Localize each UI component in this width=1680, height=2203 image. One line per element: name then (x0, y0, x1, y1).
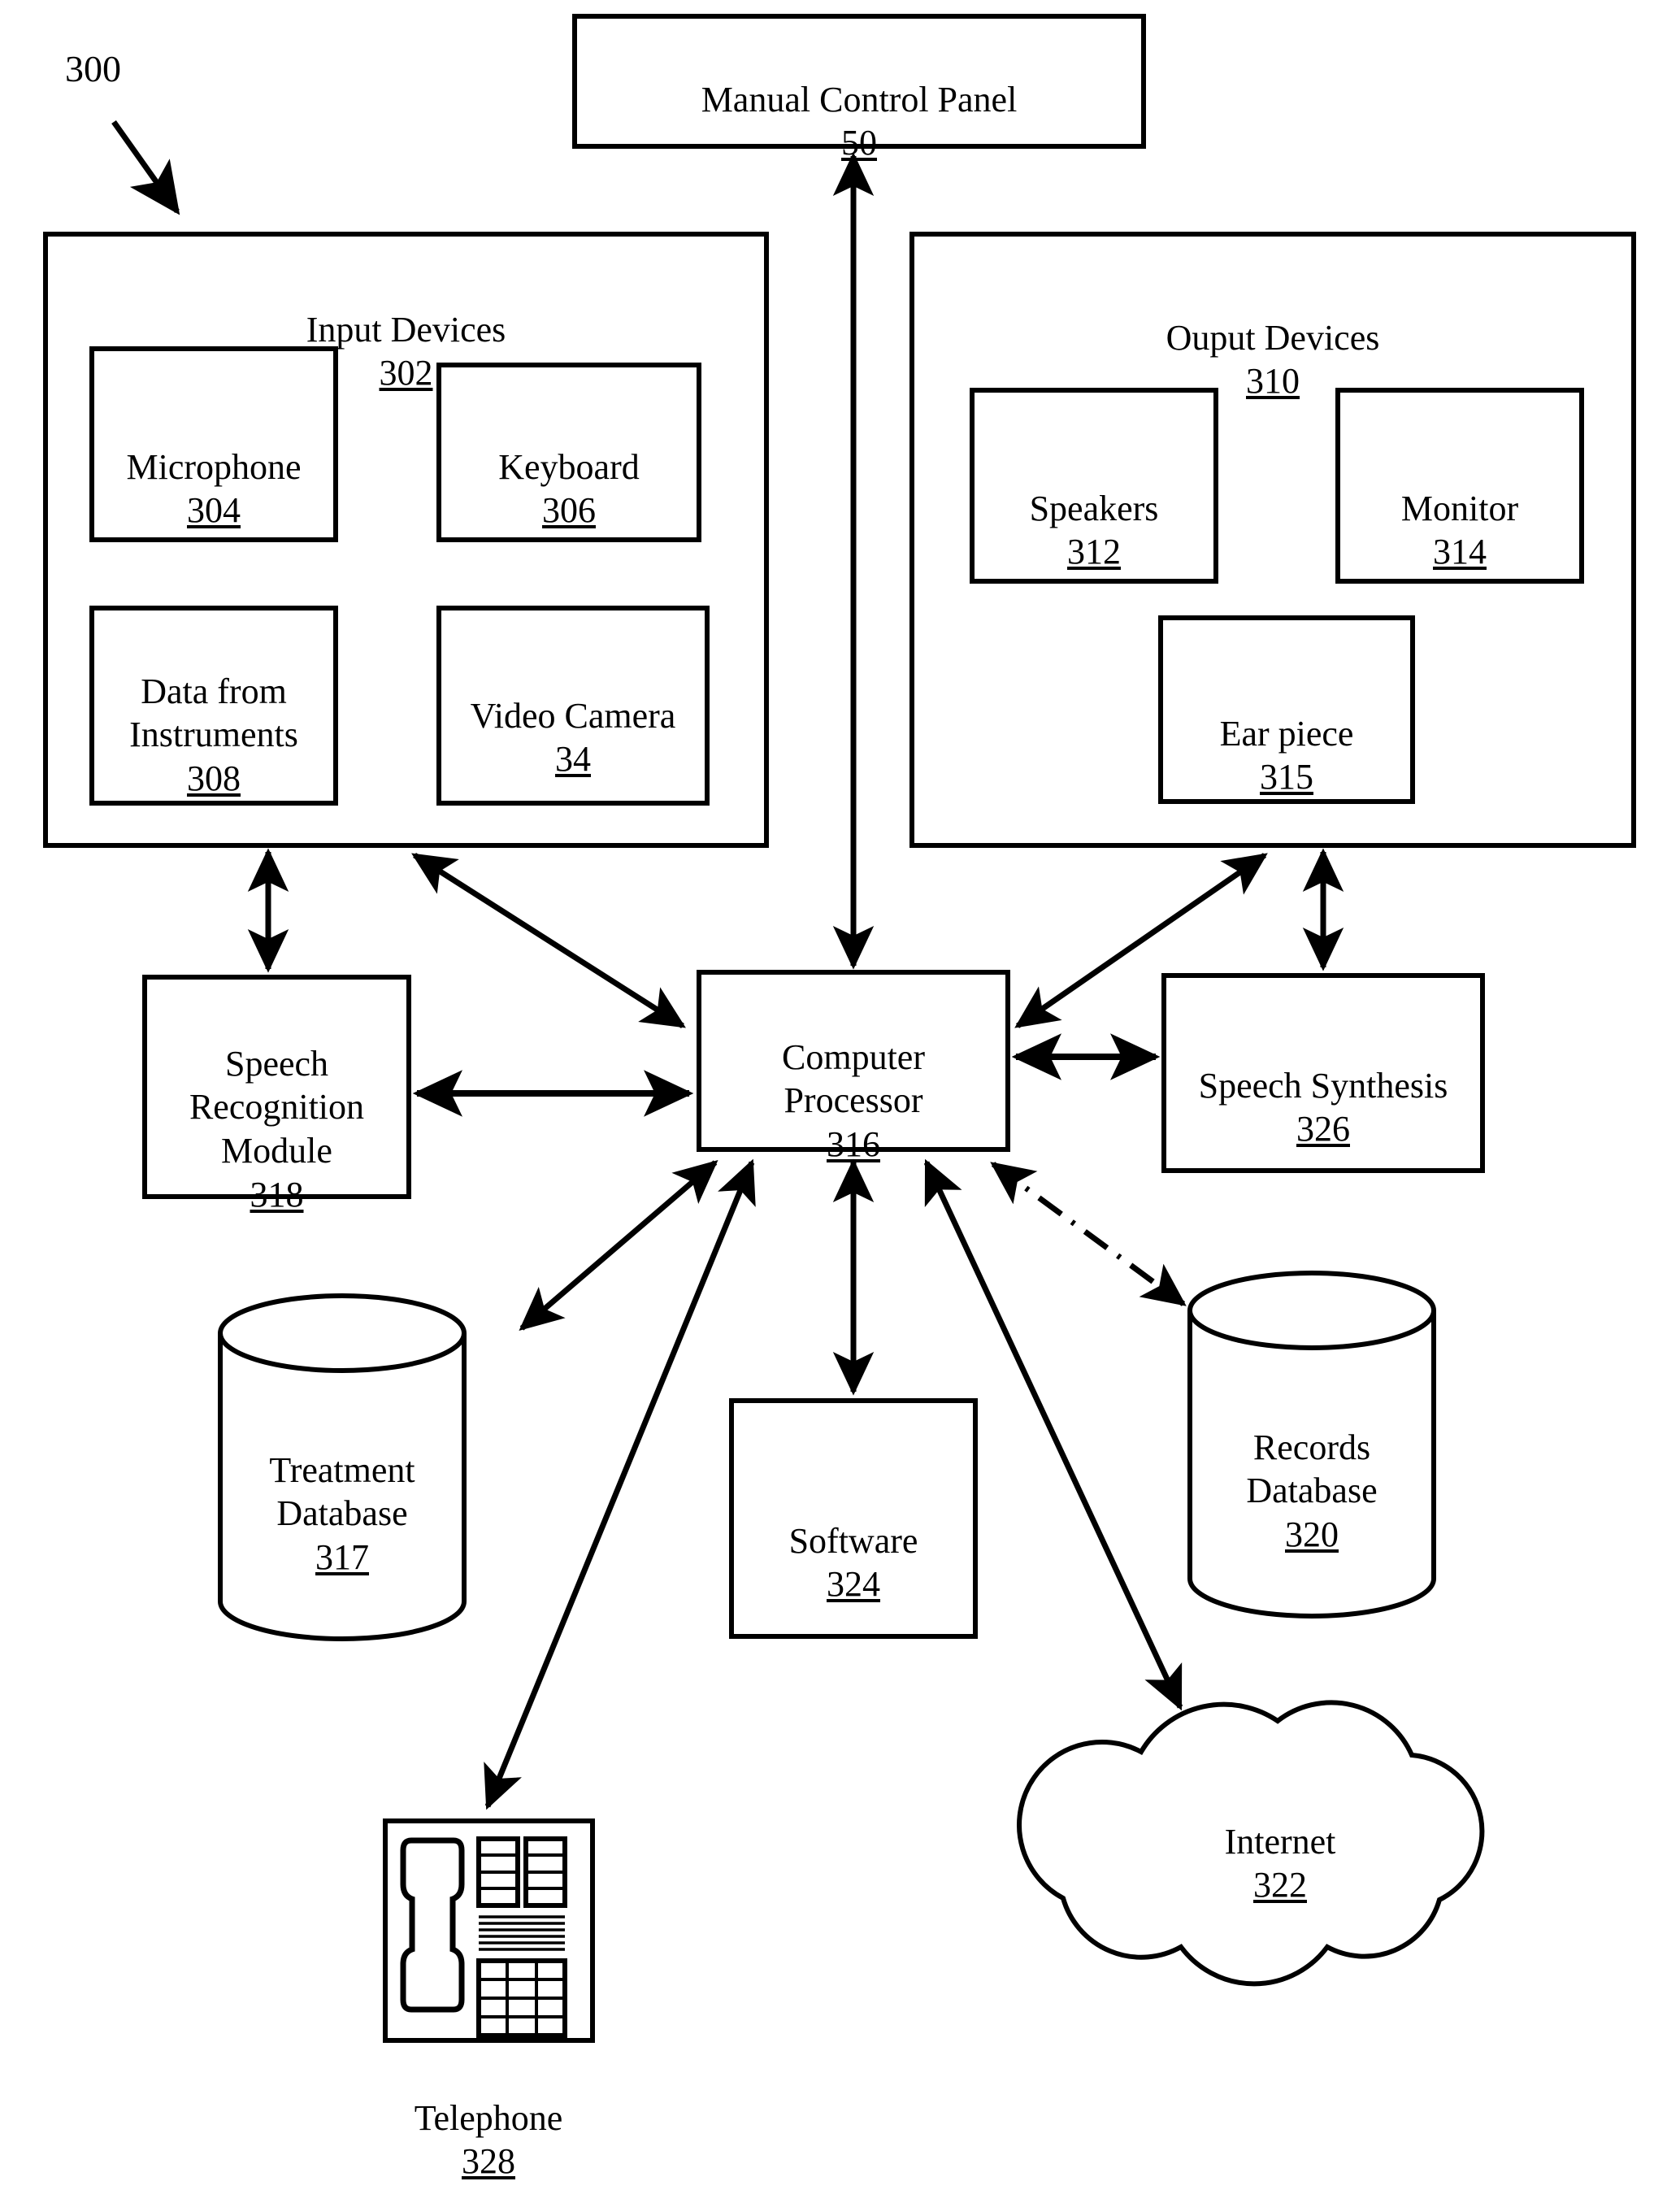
conn-input-processor (411, 853, 686, 1028)
speakers-node[interactable] (972, 390, 1216, 581)
figure-reference-numeral: 300 (65, 48, 121, 89)
ear-piece-node[interactable] (1161, 618, 1413, 802)
software-node[interactable] (731, 1401, 975, 1636)
speech-recognition-node[interactable] (145, 977, 409, 1197)
conn-processor-telephone (484, 1158, 756, 1810)
data-from-instruments-node[interactable] (92, 608, 336, 803)
speech-synthesis-node[interactable] (1164, 975, 1482, 1171)
figure-canvas: 300 Manual Control Panel 50 Input Device… (0, 0, 1680, 2203)
video-camera-node[interactable] (439, 608, 707, 803)
conn-processor-treatment-db (519, 1159, 718, 1332)
records-database-node[interactable] (1190, 1273, 1434, 1616)
conn-processor-records-db (990, 1162, 1187, 1306)
microphone-node[interactable] (92, 349, 336, 540)
keyboard-node[interactable] (439, 365, 699, 540)
figure-lead-arrow (111, 119, 180, 215)
treatment-database-node[interactable] (220, 1296, 464, 1639)
telephone-node[interactable] (385, 1821, 593, 2040)
manual-control-panel-node[interactable] (575, 16, 1144, 146)
monitor-node[interactable] (1338, 390, 1582, 581)
internet-node[interactable] (1016, 1695, 1447, 1963)
computer-processor-node[interactable] (699, 972, 1008, 1149)
